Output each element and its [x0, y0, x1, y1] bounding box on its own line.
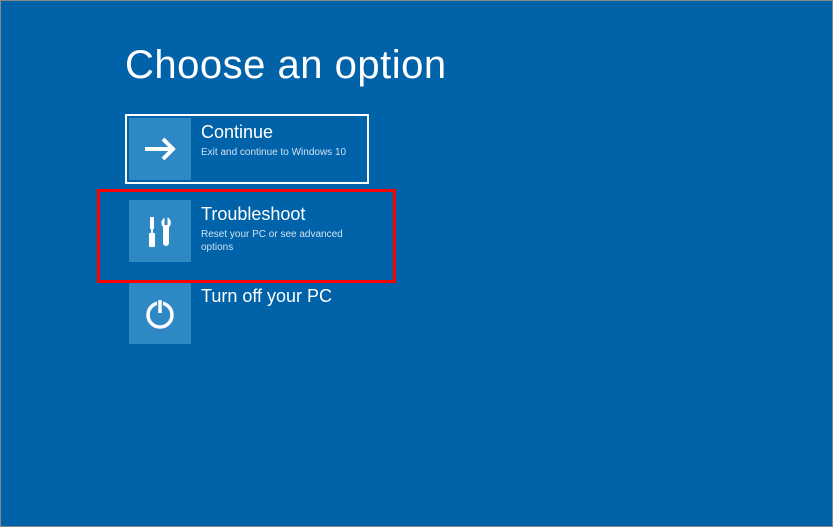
option-desc: Reset your PC or see advanced options: [201, 228, 365, 254]
arrow-right-icon: [129, 118, 191, 180]
power-icon: [129, 282, 191, 344]
option-label: Troubleshoot: [201, 204, 365, 226]
option-desc: Exit and continue to Windows 10: [201, 146, 346, 159]
page-title: Choose an option: [125, 43, 832, 88]
option-label: Continue: [201, 122, 346, 144]
troubleshoot-option[interactable]: Troubleshoot Reset your PC or see advanc…: [125, 196, 369, 266]
tools-icon: [129, 200, 191, 262]
option-label: Turn off your PC: [201, 286, 332, 308]
turn-off-option[interactable]: Turn off your PC: [125, 278, 369, 348]
continue-option[interactable]: Continue Exit and continue to Windows 10: [125, 114, 369, 184]
options-list: Continue Exit and continue to Windows 10…: [125, 114, 832, 348]
